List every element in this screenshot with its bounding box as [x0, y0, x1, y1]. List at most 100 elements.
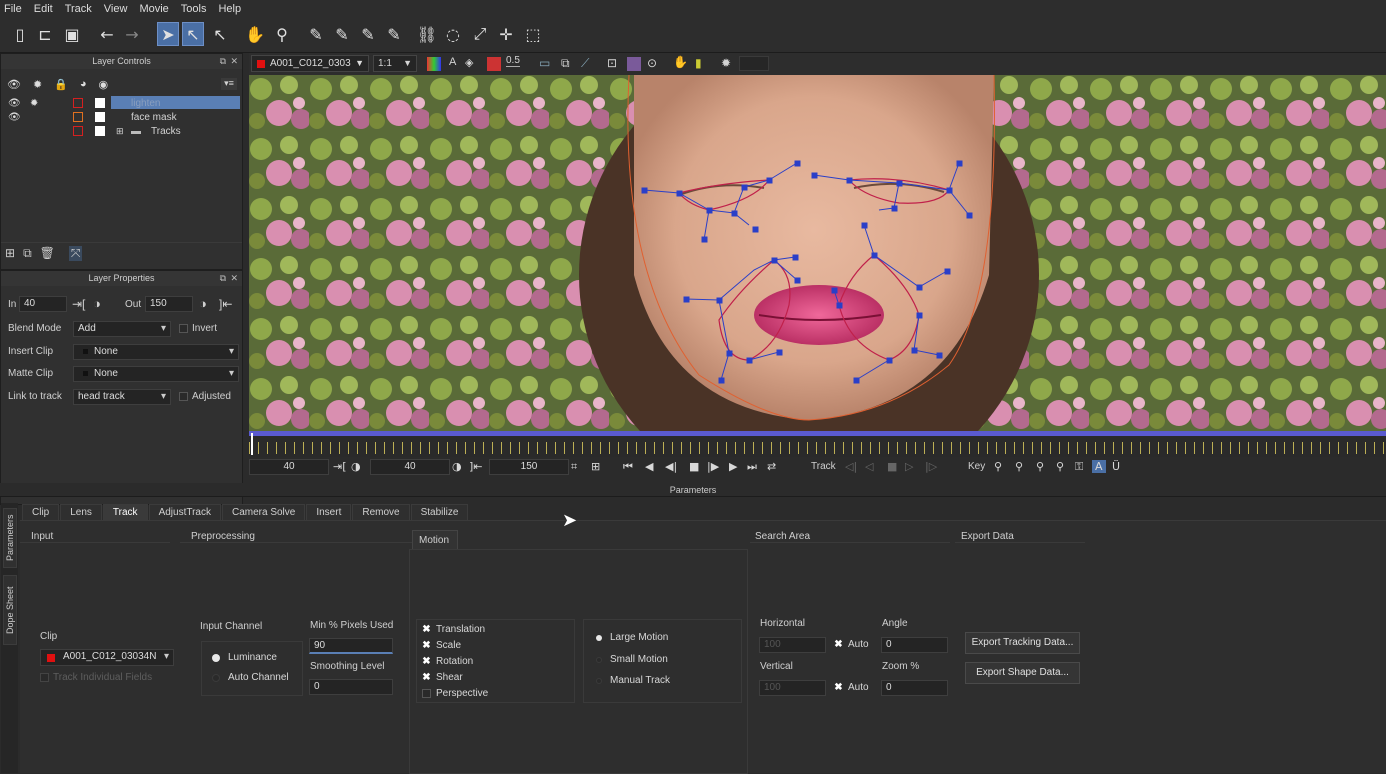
tab-dope-sheet[interactable]: Dope Sheet	[3, 575, 17, 645]
track-point[interactable]	[794, 160, 801, 167]
grid-icon[interactable]	[627, 57, 641, 71]
track-step-forward-icon[interactable]: ▷	[905, 460, 913, 473]
close-icon[interactable]: ✕	[230, 271, 238, 286]
autokey-a-icon[interactable]: A	[1092, 460, 1106, 473]
monitor-icon[interactable]: ▭	[539, 56, 550, 70]
bounding-box-icon[interactable]: ⬚	[522, 22, 544, 46]
sun-icon[interactable]: ✹	[30, 98, 38, 109]
menu-tools[interactable]: Tools	[181, 3, 207, 15]
track-stop-icon[interactable]: ■	[887, 460, 897, 473]
timeline-range-bar[interactable]	[249, 431, 1386, 436]
hand-pan-icon[interactable]: ✋	[244, 22, 266, 46]
luminance-radio[interactable]: Luminance	[212, 652, 277, 663]
sun-icon[interactable]: ✹	[33, 78, 42, 91]
track-point[interactable]	[911, 347, 918, 354]
check-x-icon[interactable]: ✖	[834, 682, 843, 693]
layer-color-swatch[interactable]	[73, 98, 83, 108]
export-shape-data-button[interactable]: Export Shape Data...	[965, 662, 1080, 684]
track-point[interactable]	[944, 268, 951, 275]
key-next-icon[interactable]: ⚲	[1036, 460, 1044, 473]
undo-arrow-icon[interactable]: ←	[96, 22, 118, 46]
zoom-field[interactable]: 0	[881, 680, 948, 696]
tab-adjusttrack[interactable]: AdjustTrack	[148, 504, 221, 520]
step-forward-icon[interactable]: |▶	[707, 460, 719, 473]
mask-overlay-icon[interactable]	[487, 57, 501, 71]
track-point[interactable]	[946, 187, 953, 194]
set-out-icon[interactable]: ]⇤	[219, 297, 232, 311]
track-point[interactable]	[936, 352, 943, 359]
new-file-icon[interactable]: ▯	[9, 22, 31, 46]
track-point[interactable]	[956, 160, 963, 167]
track-point[interactable]	[731, 210, 738, 217]
step-back-icon[interactable]: ◀|	[665, 460, 677, 473]
layer-row[interactable]: 👁 face mask	[5, 110, 241, 124]
tab-parameters[interactable]: Parameters	[3, 508, 17, 568]
rotation-checkbox[interactable]: ✖ Rotation	[422, 656, 473, 667]
translation-checkbox[interactable]: ✖ Translation	[422, 624, 485, 635]
track-point[interactable]	[776, 349, 783, 356]
spline-b-plus-icon[interactable]: ✎	[383, 22, 405, 46]
track-step-back-icon[interactable]: ◁	[865, 460, 873, 473]
check-x-icon[interactable]: ✖	[422, 624, 431, 635]
track-point[interactable]	[771, 257, 778, 264]
palette-icon[interactable]: ◉	[99, 78, 109, 91]
lock-icon[interactable]: 🔒	[54, 78, 68, 91]
marker-icon[interactable]: ▮	[695, 56, 702, 70]
track-point[interactable]	[846, 177, 853, 184]
new-layer-icon[interactable]: ⊞	[5, 246, 15, 261]
set-out-icon[interactable]: ]⇤	[469, 460, 483, 473]
track-point[interactable]	[752, 226, 759, 233]
check-x-icon[interactable]: ✖	[422, 640, 431, 651]
out-frame-field[interactable]: 150	[489, 459, 569, 475]
visibility-eye-icon[interactable]: 👁	[8, 112, 21, 123]
track-point[interactable]	[966, 212, 973, 219]
menu-file[interactable]: File	[4, 3, 22, 15]
visibility-eye-icon[interactable]: 👁	[8, 98, 21, 109]
brightness-icon[interactable]: ✹	[721, 56, 731, 70]
close-icon[interactable]: ✕	[230, 54, 238, 69]
track-individual-fields-checkbox[interactable]: Track Individual Fields	[40, 672, 152, 683]
in-frame-field[interactable]: 40	[19, 296, 67, 312]
min-pixels-field[interactable]: 90	[309, 638, 393, 654]
check-x-icon[interactable]: ✖	[422, 656, 431, 667]
track-point[interactable]	[836, 302, 843, 309]
check-x-icon[interactable]: ✖	[834, 639, 843, 650]
large-motion-radio[interactable]: Large Motion	[596, 632, 668, 643]
track-point[interactable]	[746, 357, 753, 364]
tab-clip[interactable]: Clip	[22, 504, 60, 520]
small-motion-radio[interactable]: Small Motion	[596, 654, 668, 665]
track-point[interactable]	[726, 350, 733, 357]
layer-row[interactable]: 👁 ✹ lighten	[5, 96, 241, 110]
menu-movie[interactable]: Movie	[139, 3, 168, 15]
duplicate-layer-icon[interactable]: ⧉	[23, 246, 32, 261]
checkbox-box[interactable]	[40, 672, 49, 682]
key-delete-icon[interactable]: ⚲	[1056, 460, 1064, 473]
track-point[interactable]	[683, 296, 690, 303]
clip-select[interactable]: A001_C012_03034N	[40, 649, 174, 666]
tab-lens[interactable]: Lens	[60, 504, 102, 520]
smoothing-field[interactable]: 0	[309, 679, 393, 695]
track-point[interactable]	[701, 236, 708, 243]
track-point[interactable]	[896, 180, 903, 187]
radio-dot[interactable]	[596, 634, 602, 641]
vertical-field[interactable]: 100	[759, 680, 826, 696]
scale-checkbox[interactable]: ✖ Scale	[422, 640, 461, 651]
track-point[interactable]	[853, 377, 860, 384]
playhead[interactable]	[251, 433, 259, 455]
float-icon[interactable]: ⧉	[220, 54, 226, 69]
timeline[interactable]	[249, 431, 1386, 457]
blend-mode-select[interactable]: Add	[73, 321, 171, 337]
export-tracking-data-button[interactable]: Export Tracking Data...	[965, 632, 1080, 654]
current-frame-field[interactable]: 40	[370, 459, 450, 475]
save-icon[interactable]: ▣	[61, 22, 83, 46]
track-point[interactable]	[641, 187, 648, 194]
radio-dot[interactable]	[596, 656, 602, 663]
perspective-checkbox[interactable]: Perspective	[422, 688, 488, 699]
frame-grid-icon[interactable]: ⊞	[591, 460, 600, 473]
set-in-icon[interactable]: ⇥[	[72, 297, 85, 311]
in-frame-field[interactable]: 40	[249, 459, 329, 475]
set-in-icon[interactable]: ⇥[	[333, 460, 347, 473]
compare-icon[interactable]: ⧉	[561, 56, 570, 71]
lasso-icon[interactable]: ◌	[442, 22, 464, 46]
track-point[interactable]	[718, 377, 725, 384]
